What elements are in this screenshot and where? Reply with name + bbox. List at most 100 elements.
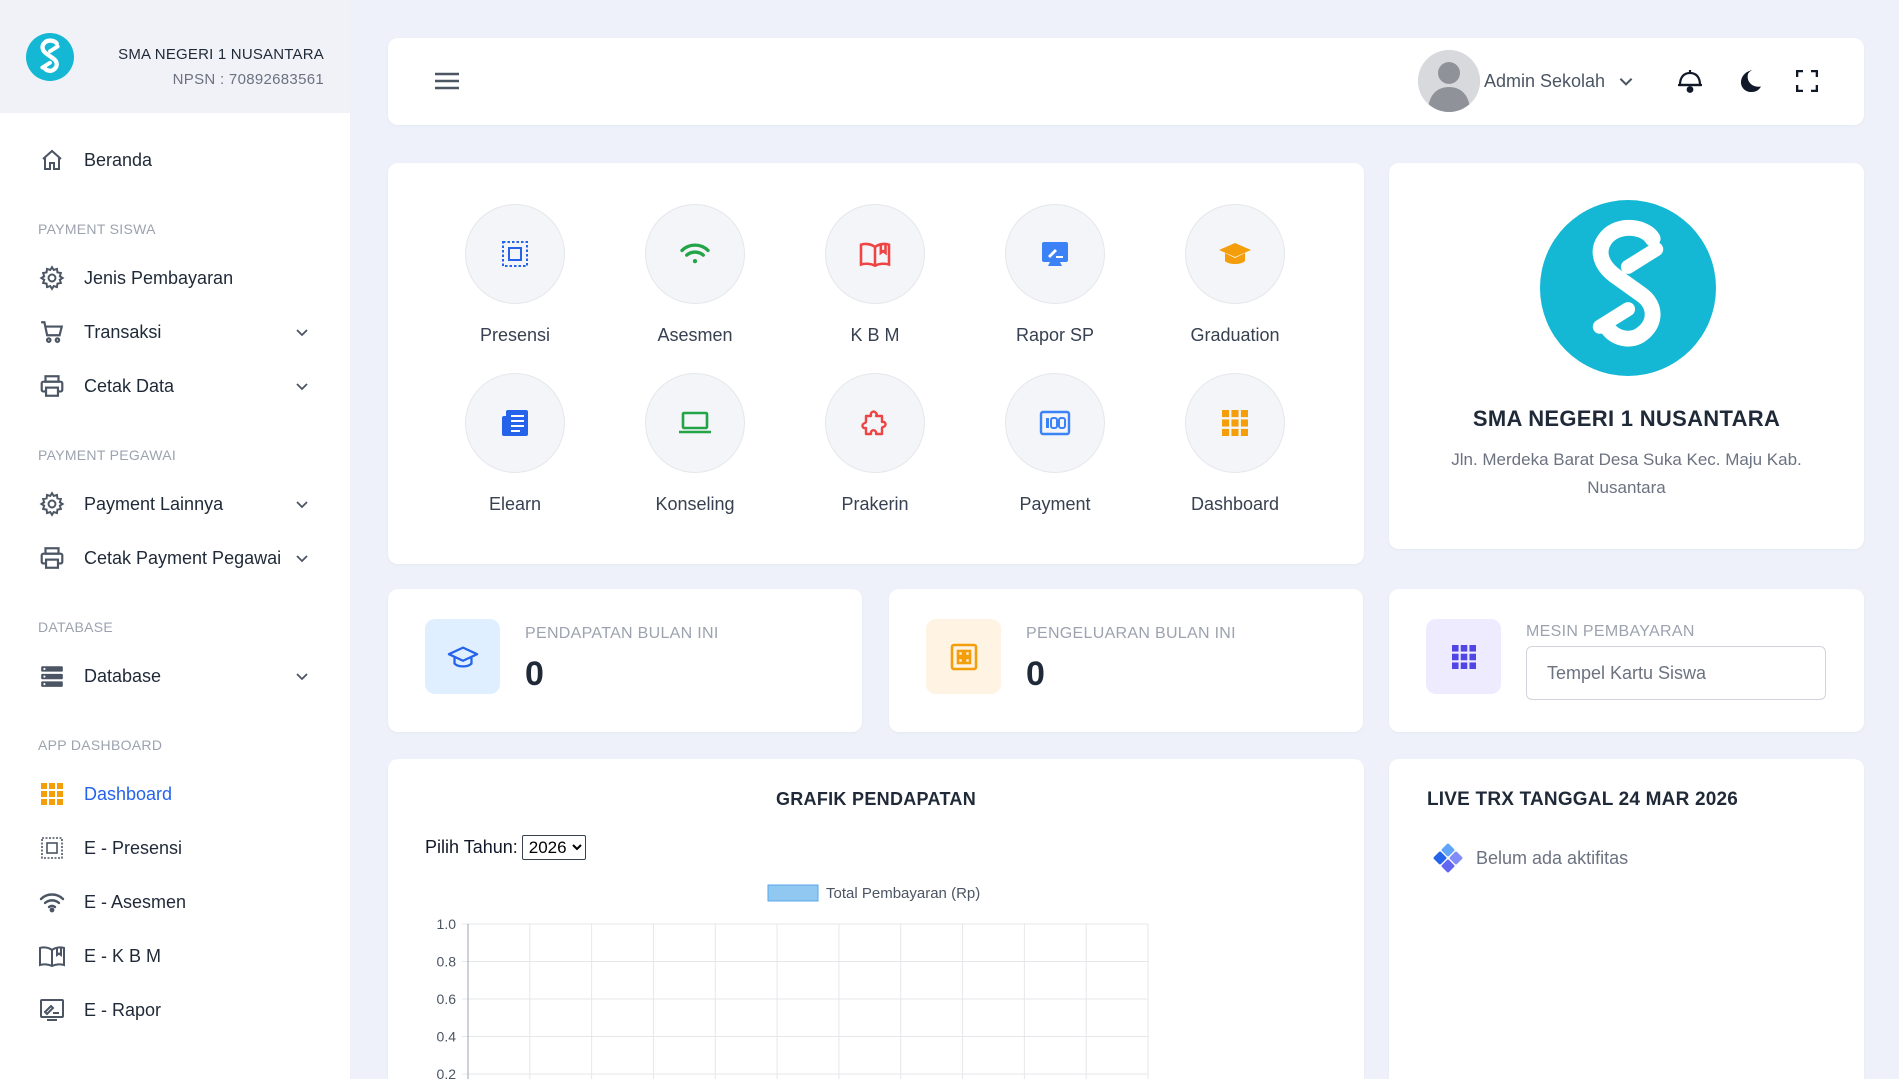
y-tick-label: 0.8 xyxy=(437,954,457,970)
app-label: K B M xyxy=(850,325,900,345)
app-asesmen[interactable]: Asesmen xyxy=(625,204,765,346)
sidebar-item-payment-lainnya[interactable]: Payment Lainnya xyxy=(0,477,350,531)
app-icon-circle xyxy=(465,373,565,473)
sidebar-item-label: Jenis Pembayaran xyxy=(84,267,234,288)
graduation-cap-icon xyxy=(1219,243,1251,264)
report-icon xyxy=(1042,242,1068,266)
school-name: SMA NEGERI 1 NUSANTARA xyxy=(1472,406,1781,431)
scan-icon xyxy=(502,241,528,267)
grid-icon xyxy=(38,780,66,808)
app-dashboard[interactable]: Dashboard xyxy=(1165,373,1305,515)
app-label: Rapor SP xyxy=(1015,325,1095,345)
app-label: Konseling xyxy=(655,494,735,514)
app-konseling[interactable]: Konseling xyxy=(625,373,765,515)
sidebar-item-label: E - Asesmen xyxy=(84,891,187,912)
scan-icon xyxy=(38,834,66,862)
sidebar-nav: Beranda PAYMENT SISWA Jenis Pembayaran T… xyxy=(0,113,350,1037)
brand-header: SMA NEGERI 1 NUSANTARA NPSN : 7089268356… xyxy=(0,0,350,113)
y-tick-label: 1.0 xyxy=(437,916,457,932)
app-presensi[interactable]: Presensi xyxy=(445,204,585,346)
grid-icon xyxy=(1426,619,1501,694)
app-label: Elearn xyxy=(488,494,542,514)
school-logo-icon xyxy=(26,32,74,81)
sidebar-item-label: Database xyxy=(84,665,162,686)
wifi-icon xyxy=(38,888,66,916)
stat-card-pendapatan: PENDAPATAN BULAN INI 0 xyxy=(388,589,862,732)
sidebar-item-e-asesmen[interactable]: E - Asesmen xyxy=(0,875,350,929)
hamburger-menu-icon[interactable] xyxy=(434,69,460,93)
sidebar-item-cetak-data[interactable]: Cetak Data xyxy=(0,359,350,413)
section-payment-siswa: PAYMENT SISWA xyxy=(38,221,156,237)
app-icon-circle xyxy=(1185,373,1285,473)
chart-card: GRAFIK PENDAPATAN Pilih Tahun: 2026 Tota… xyxy=(388,759,1364,1079)
app-icon-circle xyxy=(1185,204,1285,304)
sidebar-item-e-presensi[interactable]: E - Presensi xyxy=(0,821,350,875)
y-tick-label: 0.2 xyxy=(437,1066,457,1079)
sidebar-item-e-rapor[interactable]: E - Rapor xyxy=(0,983,350,1037)
sidebar-item-database[interactable]: Database xyxy=(0,649,350,703)
stat-value: 0 xyxy=(1026,655,1045,693)
sidebar-item-cetak-payment-pegawai[interactable]: Cetak Payment Pegawai xyxy=(0,531,350,585)
chevron-down-icon xyxy=(1619,78,1633,86)
counter-icon xyxy=(1039,410,1071,436)
sidebar-item-dashboard[interactable]: Dashboard xyxy=(0,767,350,821)
sidebar-item-beranda[interactable]: Beranda xyxy=(0,133,350,187)
user-menu[interactable]: Admin Sekolah xyxy=(1418,50,1635,112)
gear-icon xyxy=(38,264,66,292)
app-prakerin[interactable]: Prakerin xyxy=(805,373,945,515)
app-graduation[interactable]: Graduation xyxy=(1165,204,1305,346)
app-label: Prakerin xyxy=(841,494,909,514)
school-address: Jln. Merdeka Barat Desa Suka Kec. Maju K… xyxy=(1451,450,1802,497)
sidebar-item-label: Transaksi xyxy=(84,321,162,342)
grid-icon xyxy=(1222,410,1248,436)
chevron-down-icon xyxy=(296,673,308,681)
avatar xyxy=(1418,50,1480,112)
sidebar-item-label: Payment Lainnya xyxy=(84,493,224,514)
printer-icon xyxy=(38,372,66,400)
dark-mode-moon-icon[interactable] xyxy=(1734,66,1764,96)
sidebar-item-e-kbm[interactable]: E - K B M xyxy=(0,929,350,983)
year-filter-label: Pilih Tahun: xyxy=(425,837,518,857)
sidebar-item-label: E - Presensi xyxy=(84,837,183,858)
app-label: Graduation xyxy=(1190,325,1280,345)
chevron-down-icon xyxy=(296,555,308,563)
legend-swatch xyxy=(767,884,819,902)
card-tap-input[interactable] xyxy=(1526,646,1826,700)
sidebar-item-transaksi[interactable]: Transaksi xyxy=(0,305,350,359)
app-elearn[interactable]: Elearn xyxy=(445,373,585,515)
printer-icon xyxy=(38,544,66,572)
app-icon-circle xyxy=(465,204,565,304)
cart-icon xyxy=(38,318,66,346)
revenue-chart: Total Pembayaran (Rp) 1.0 0.8 0.6 0.4 0.2 xyxy=(437,884,1149,1079)
laptop-icon xyxy=(679,411,711,434)
app-icon-circle xyxy=(1005,204,1105,304)
app-payment[interactable]: Payment xyxy=(985,373,1125,515)
sidebar-item-jenis-pembayaran[interactable]: Jenis Pembayaran xyxy=(0,251,350,305)
gear-icon xyxy=(38,490,66,518)
live-trx-empty: Belum ada aktifitas xyxy=(1433,843,1628,873)
puzzle-icon xyxy=(861,410,887,436)
chart-title: GRAFIK PENDAPATAN xyxy=(775,789,977,809)
app-icon-circle xyxy=(645,373,745,473)
live-trx-empty-text: Belum ada aktifitas xyxy=(1476,847,1629,868)
server-icon xyxy=(38,662,66,690)
app-label: Asesmen xyxy=(657,325,733,345)
user-name: Admin Sekolah xyxy=(1484,70,1606,91)
app-rapor-sp[interactable]: Rapor SP xyxy=(985,204,1125,346)
sidebar: SMA NEGERI 1 NUSANTARA NPSN : 7089268356… xyxy=(0,0,350,1079)
app-kbm[interactable]: K B M xyxy=(805,204,945,346)
section-database: DATABASE xyxy=(38,619,114,635)
app-label: Dashboard xyxy=(1190,494,1280,514)
report-icon xyxy=(38,996,66,1024)
app-icon-circle xyxy=(825,204,925,304)
live-trx-card: LIVE TRX TANGGAL 24 MAR 2026 Belum ada a… xyxy=(1389,759,1864,1079)
chevron-down-icon xyxy=(296,383,308,391)
year-select[interactable]: 2026 xyxy=(521,835,586,860)
book-icon xyxy=(859,242,891,268)
tiles-icon xyxy=(1433,843,1463,873)
fullscreen-icon[interactable] xyxy=(1792,66,1822,96)
notification-bell-icon[interactable] xyxy=(1675,66,1705,96)
stat-label: PENDAPATAN BULAN INI xyxy=(525,625,719,642)
graduation-cap-icon xyxy=(425,619,500,694)
home-icon xyxy=(38,146,66,174)
